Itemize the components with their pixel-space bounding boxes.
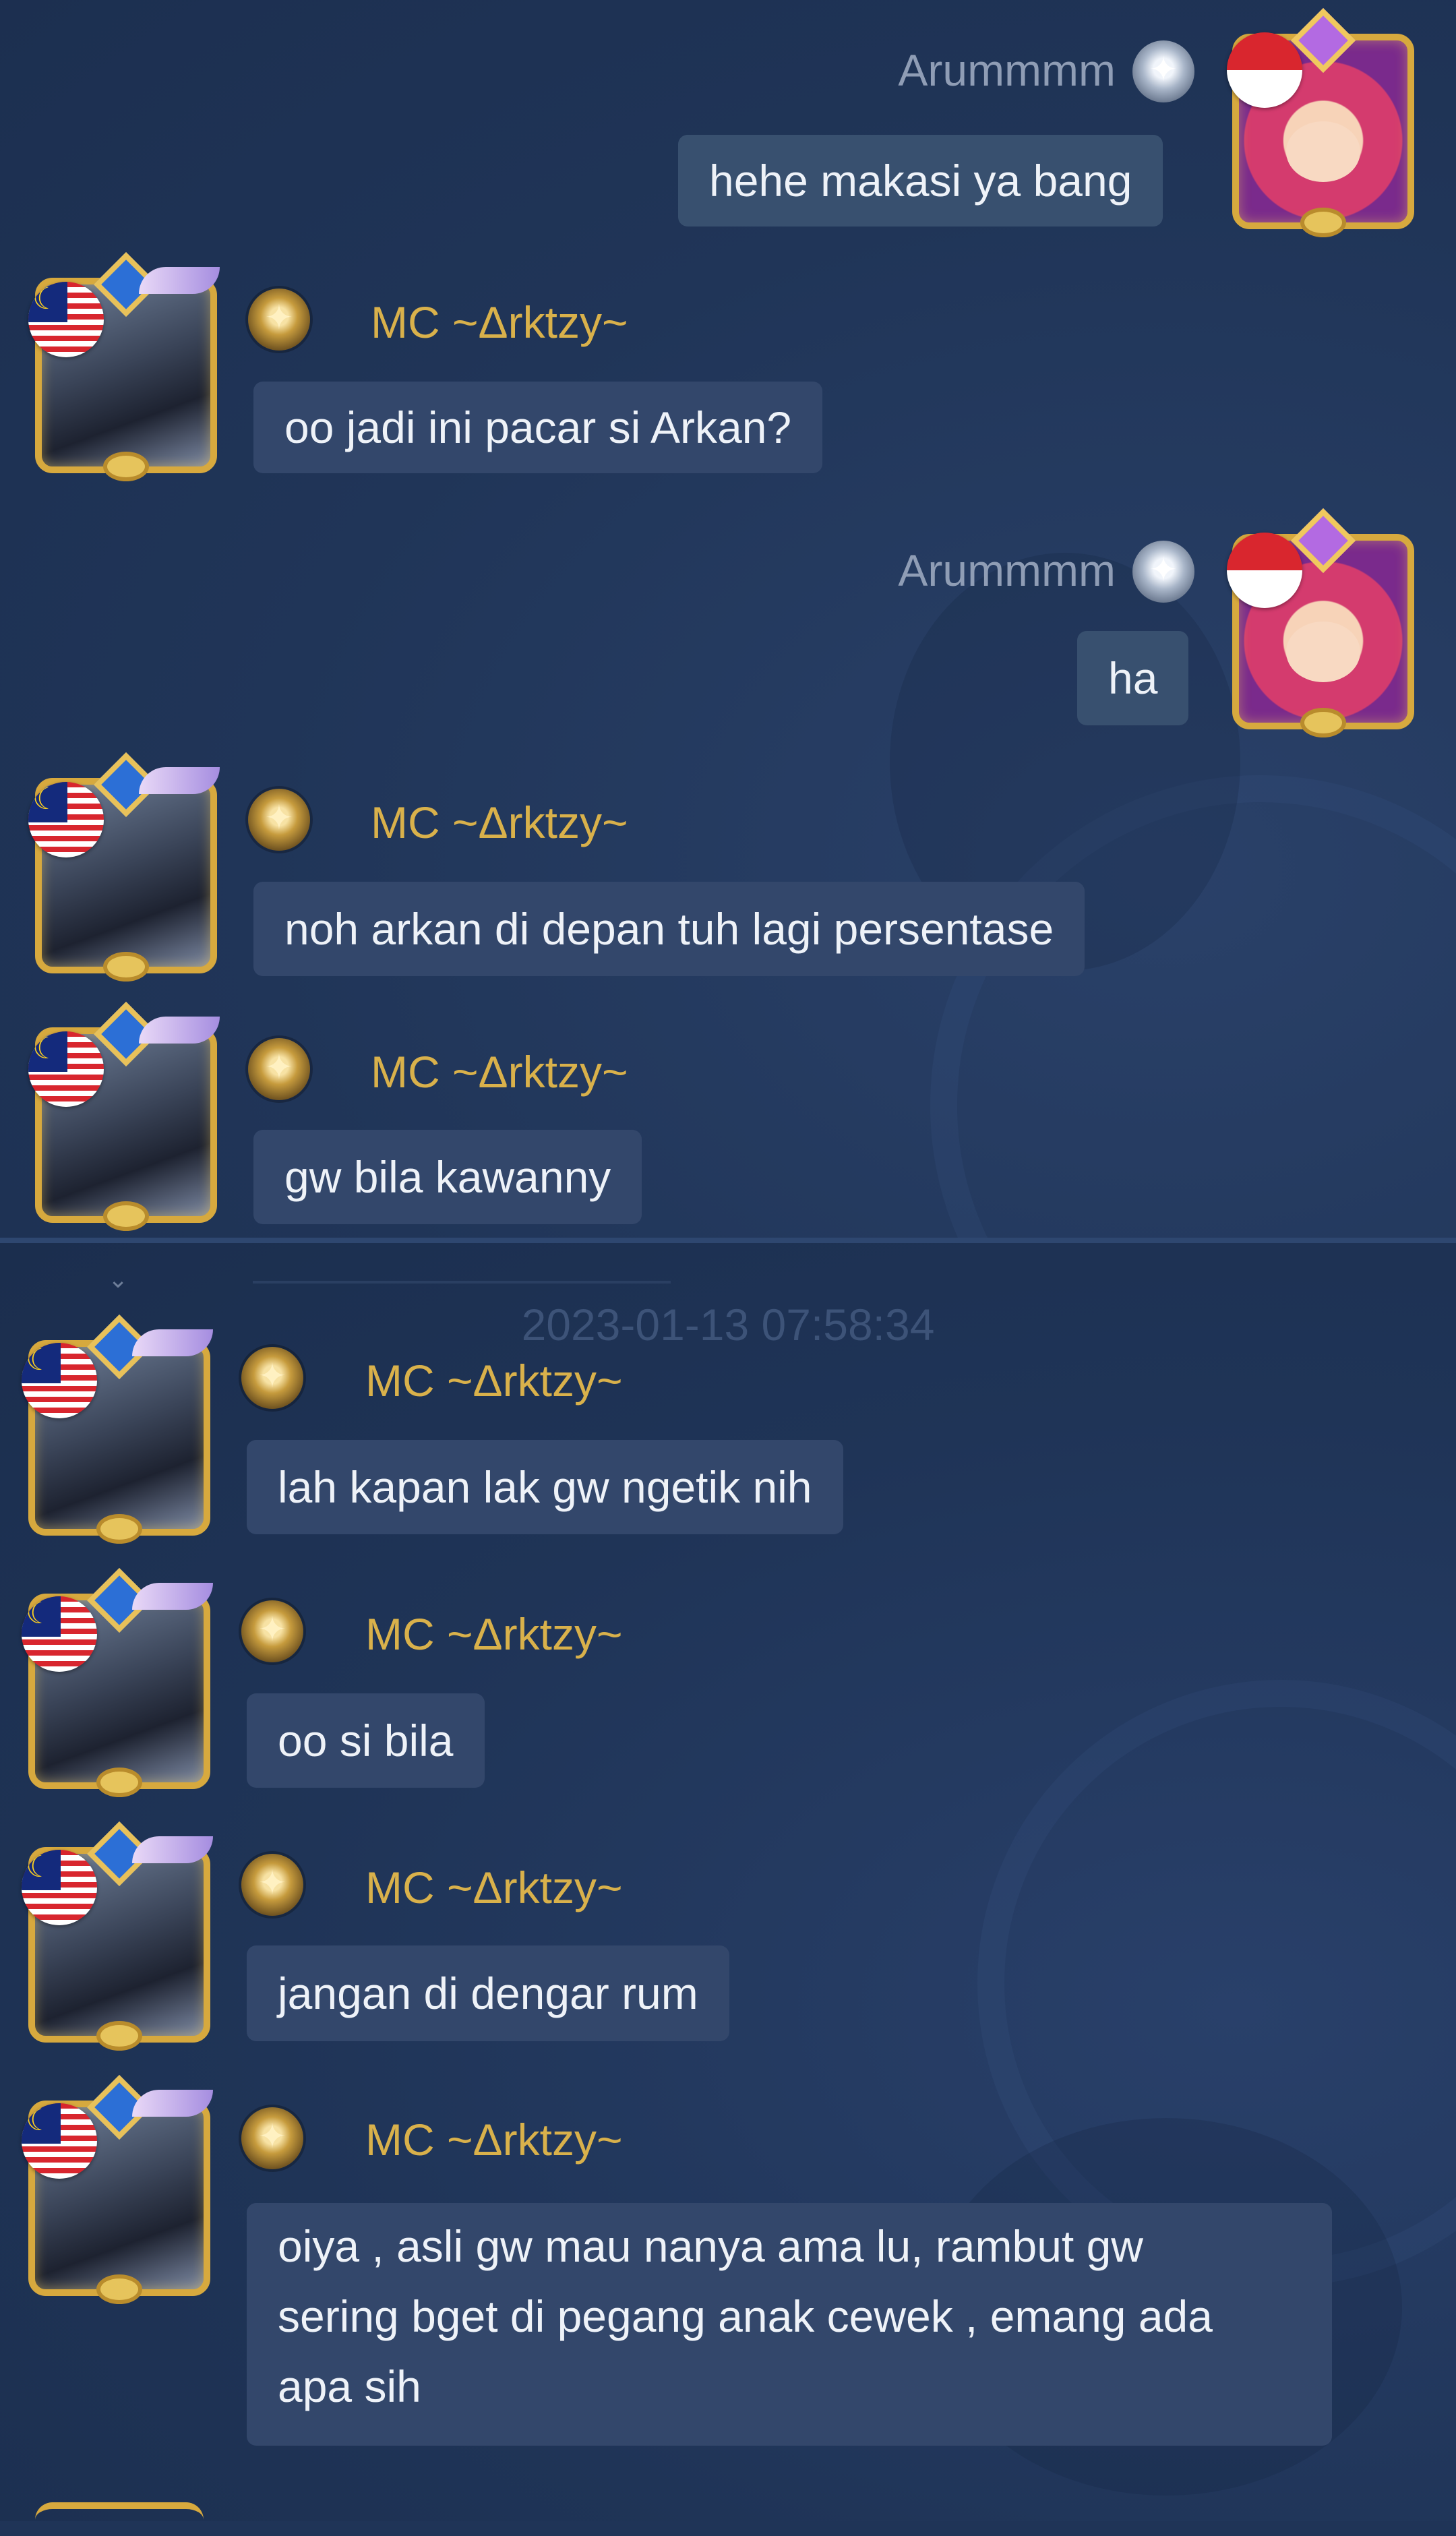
chevron-down-icon: ⌄ <box>108 1266 129 1294</box>
message-bubble[interactable]: jangan di dengar rum <box>247 1945 729 2041</box>
rank-badge-icon <box>248 1038 310 1100</box>
panel-divider <box>0 1238 1456 1243</box>
rank-badge-icon <box>1132 541 1194 603</box>
sender-name: MC ~Δrktzy~ <box>371 295 628 349</box>
message-bubble[interactable]: hehe makasi ya bang <box>678 135 1163 227</box>
sender-tag: ~Δrktzy~ <box>452 297 628 347</box>
sender-name: Arummmm <box>898 45 1116 95</box>
sender-name: Arummmm <box>898 545 1116 595</box>
my-flag-icon <box>22 1850 97 1925</box>
sender-name: MC ~Δrktzy~ <box>371 1045 628 1099</box>
message-bubble[interactable]: noh arkan di depan tuh lagi persentase <box>253 882 1085 976</box>
sender-tag: ~Δrktzy~ <box>452 1047 628 1097</box>
sender-name-text: MC <box>371 1047 440 1097</box>
sender-tag: ~Δrktzy~ <box>452 797 628 847</box>
message-bubble[interactable]: lah kapan lak gw ngetik nih <box>247 1440 843 1534</box>
sender-tag: ~Δrktzy~ <box>447 1863 623 1912</box>
sender-name: MC ~Δrktzy~ <box>371 795 628 849</box>
sender-tag: ~Δrktzy~ <box>447 2115 623 2165</box>
divider-line <box>253 1281 671 1284</box>
avatar-partial <box>35 2502 204 2536</box>
my-flag-icon <box>28 782 104 857</box>
rank-badge-icon <box>241 1854 303 1916</box>
my-flag-icon <box>28 1031 104 1107</box>
my-flag-icon <box>22 1343 97 1418</box>
message-bubble[interactable]: gw bila kawanny <box>253 1130 642 1224</box>
id-flag-icon <box>1227 533 1302 608</box>
my-flag-icon <box>22 1596 97 1672</box>
sender-name-text: MC <box>365 1609 435 1659</box>
message-bubble[interactable]: oiya , asli gw mau nanya ama lu, rambut … <box>247 2203 1332 2446</box>
sender-name: MC ~Δrktzy~ <box>365 1354 623 1408</box>
rank-badge-icon <box>241 2107 303 2169</box>
rank-badge-icon <box>241 1347 303 1409</box>
my-flag-icon <box>22 2103 97 2179</box>
rank-badge-icon <box>241 1600 303 1662</box>
sender-name-text: MC <box>371 797 440 847</box>
id-flag-icon <box>1227 32 1302 108</box>
timestamp-divider: 2023-01-13 07:58:34 <box>521 1300 935 1350</box>
sender-name-text: MC <box>365 1863 435 1912</box>
sender-name-text: MC <box>365 1356 435 1406</box>
sender-name-text: MC <box>371 297 440 347</box>
rank-badge-icon <box>248 289 310 351</box>
sender-name: MC ~Δrktzy~ <box>365 1607 623 1661</box>
sender-tag: ~Δrktzy~ <box>447 1609 623 1659</box>
message-line: sering bget di pegang anak cewek , emang… <box>278 2291 1213 2341</box>
sender-name-text: MC <box>365 2115 435 2165</box>
my-flag-icon <box>28 282 104 357</box>
message-line: oiya , asli gw mau nanya ama lu, rambut … <box>278 2221 1143 2271</box>
rank-badge-icon <box>1132 40 1194 102</box>
message-bubble[interactable]: oo si bila <box>247 1693 485 1788</box>
sender-name: MC ~Δrktzy~ <box>365 1861 623 1914</box>
message-line: apa sih <box>278 2361 421 2411</box>
rank-badge-icon <box>248 789 310 851</box>
message-bubble[interactable]: oo jadi ini pacar si Arkan? <box>253 382 823 473</box>
message-bubble[interactable]: ha <box>1077 631 1189 725</box>
sender-tag: ~Δrktzy~ <box>447 1356 623 1406</box>
sender-name: MC ~Δrktzy~ <box>365 2113 623 2167</box>
